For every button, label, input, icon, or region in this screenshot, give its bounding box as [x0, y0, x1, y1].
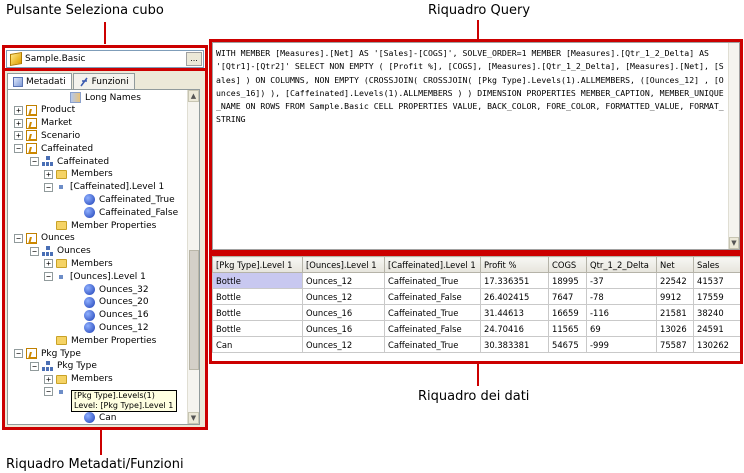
callout-cube-button: Pulsante Seleziona cubo [6, 3, 164, 18]
connector-cube-button [104, 22, 106, 44]
callout-metadata-pane: Riquadro Metadati/Funzioni [6, 457, 184, 472]
connector-data-pane [477, 362, 479, 386]
highlight-query-pane [209, 39, 743, 253]
connector-metadata-pane [100, 429, 102, 455]
highlight-data-pane [209, 253, 743, 364]
highlight-metadata-pane [2, 68, 208, 430]
connector-query-pane [477, 20, 479, 40]
callout-data-pane: Riquadro dei dati [418, 389, 530, 404]
callout-query-pane: Riquadro Query [428, 3, 531, 18]
